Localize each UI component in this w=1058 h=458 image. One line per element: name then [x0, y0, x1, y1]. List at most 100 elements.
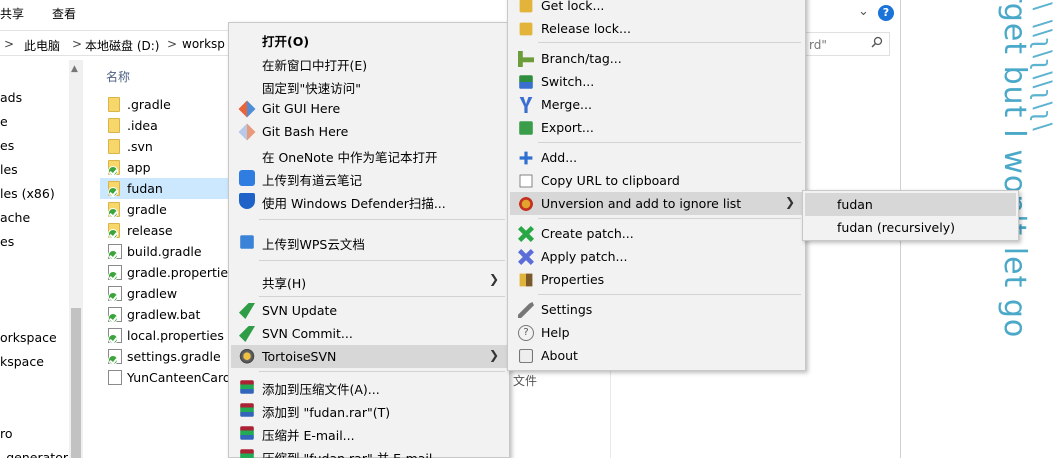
- file-name: YunCanteenCard.: [127, 370, 235, 385]
- tab-view[interactable]: 查看: [52, 5, 76, 22]
- file-row[interactable]: .svn: [100, 136, 226, 157]
- file-row[interactable]: fudan: [100, 178, 231, 199]
- menu-item-svn-commit[interactable]: SVN Commit...: [231, 322, 507, 345]
- folder-icon: [108, 181, 120, 197]
- svn-update-icon: [239, 303, 255, 319]
- menu-item-pin-quick-access[interactable]: 固定到"快速访问": [231, 74, 507, 97]
- nav-item[interactable]: orkspace: [0, 330, 57, 345]
- file-row[interactable]: build.gradle: [100, 241, 226, 262]
- menu-item-unversion-ignore[interactable]: Unversion and add to ignore list ❯: [510, 192, 803, 215]
- unlock-icon: [519, 22, 533, 36]
- file-name: fudan: [127, 181, 163, 196]
- file-row[interactable]: gradle: [100, 199, 226, 220]
- nav-item[interactable]: les: [0, 162, 18, 177]
- file-name: gradle: [127, 202, 167, 217]
- menu-item-open-new-window[interactable]: 在新窗口中打开(E): [231, 51, 507, 74]
- winrar-icon: [240, 449, 254, 458]
- file-row[interactable]: gradle.properties: [100, 262, 235, 283]
- file-row[interactable]: gradlew: [100, 283, 226, 304]
- ignore-list-submenu: fudan fudan (recursively): [802, 190, 1019, 241]
- menu-item-copy-url[interactable]: Copy URL to clipboard: [510, 169, 803, 192]
- menu-item-svn-update[interactable]: SVN Update: [231, 299, 507, 322]
- file-name: gradle.properties: [127, 265, 235, 280]
- menu-item-label: 固定到"快速访问": [262, 81, 361, 96]
- git-bash-icon: [238, 123, 256, 141]
- nav-item[interactable]: ads: [0, 90, 22, 105]
- menu-item-label: Get lock...: [541, 0, 605, 13]
- menu-item-open[interactable]: 打开(O): [231, 27, 507, 50]
- scroll-up-icon[interactable]: ▲: [71, 64, 78, 74]
- menu-item-defender[interactable]: 使用 Windows Defender扫描...: [231, 189, 507, 212]
- menu-item-about[interactable]: About: [510, 344, 803, 367]
- nav-item[interactable]: les (x86): [0, 186, 55, 201]
- nav-item[interactable]: es: [0, 234, 14, 249]
- file-name: release: [127, 223, 173, 238]
- file-name: settings.gradle: [127, 349, 221, 364]
- menu-item-onenote[interactable]: 在 OneNote 中作为笔记本打开: [231, 143, 507, 166]
- nav-item[interactable]: es: [0, 138, 14, 153]
- tab-share[interactable]: 共享: [0, 5, 24, 22]
- file-row[interactable]: app: [100, 157, 226, 178]
- menu-item-git-gui[interactable]: Git GUI Here: [231, 97, 507, 120]
- menu-item-release-lock[interactable]: Release lock...: [510, 17, 803, 40]
- menu-item-properties[interactable]: Properties: [510, 268, 803, 291]
- menu-item-compress-email[interactable]: 压缩并 E-mail...: [231, 421, 507, 444]
- search-icon[interactable]: [871, 36, 883, 48]
- breadcrumb-workspace[interactable]: worksp: [182, 37, 225, 51]
- menu-item-merge[interactable]: Merge...: [510, 93, 803, 116]
- menu-item-create-patch[interactable]: Create patch...: [510, 222, 803, 245]
- menu-item-branch[interactable]: Branch/tag...: [510, 47, 803, 70]
- file-row[interactable]: .idea: [100, 115, 226, 136]
- file-row[interactable]: settings.gradle: [100, 346, 226, 367]
- menu-item-label: Switch...: [541, 74, 595, 89]
- menu-item-label: fudan (recursively): [837, 220, 955, 235]
- chevron-down-icon[interactable]: ⌄: [858, 4, 869, 19]
- context-menu: 打开(O) 在新窗口中打开(E) 固定到"快速访问" Git GUI Here …: [228, 22, 510, 458]
- menu-item-add-rar[interactable]: 添加到 "fudan.rar"(T): [231, 398, 507, 421]
- nav-item[interactable]: e: [0, 114, 8, 129]
- file-row[interactable]: .gradle: [100, 94, 226, 115]
- menu-item-export[interactable]: Export...: [510, 116, 803, 139]
- menu-item-switch[interactable]: Switch...: [510, 70, 803, 93]
- file-row[interactable]: YunCanteenCard.: [100, 367, 235, 388]
- breadcrumb-this-pc[interactable]: 此电脑: [24, 37, 60, 54]
- menu-item-wps[interactable]: 上传到WPS云文档: [231, 230, 507, 253]
- svn-normal-badge-icon: [108, 208, 118, 218]
- menu-item-add-archive[interactable]: 添加到压缩文件(A)...: [231, 375, 507, 398]
- menu-item-apply-patch[interactable]: Apply patch...: [510, 245, 803, 268]
- file-row[interactable]: local.properties: [100, 325, 226, 346]
- menu-item-tortoisesvn[interactable]: TortoiseSVN ❯: [231, 345, 507, 368]
- menu-item-share[interactable]: 共享(H) ❯: [231, 269, 507, 292]
- copy-icon: [519, 174, 533, 188]
- nav-item[interactable]: ro: [0, 426, 13, 441]
- file-row[interactable]: gradlew.bat: [100, 304, 226, 325]
- menu-item-ignore-fudan[interactable]: fudan: [805, 193, 1016, 216]
- menu-item-get-lock[interactable]: Get lock...: [510, 0, 803, 17]
- menu-item-label: Settings: [541, 302, 593, 317]
- menu-item-youdao[interactable]: 上传到有道云笔记: [231, 166, 507, 189]
- menu-item-help[interactable]: ? Help: [510, 321, 803, 344]
- menu-item-git-bash[interactable]: Git Bash Here: [231, 120, 507, 143]
- breadcrumb-drive[interactable]: 本地磁盘 (D:): [85, 37, 159, 54]
- nav-item[interactable]: kspace: [0, 354, 44, 369]
- menu-separator: [259, 219, 505, 220]
- breadcrumb-separator: >: [167, 37, 178, 51]
- column-header-name[interactable]: 名称: [106, 68, 130, 85]
- menu-item-settings[interactable]: Settings: [510, 298, 803, 321]
- wallpaper-text: rget but I won't let go: [997, 0, 1032, 339]
- file-row[interactable]: release: [100, 220, 226, 241]
- nav-item[interactable]: ache: [0, 210, 30, 225]
- menu-item-label: Export...: [541, 120, 594, 135]
- unversion-icon: [518, 196, 534, 212]
- breadcrumb-separator: >: [72, 37, 83, 51]
- git-gui-icon: [238, 100, 256, 118]
- wps-cloud-icon: [240, 235, 254, 249]
- scrollbar-thumb[interactable]: [71, 308, 81, 458]
- menu-item-ignore-fudan-recursive[interactable]: fudan (recursively): [805, 216, 1016, 239]
- menu-item-compress-rar-email[interactable]: 压缩到 "fudan.rar" 并 E-mail: [231, 444, 507, 458]
- menu-item-add[interactable]: Add...: [510, 146, 803, 169]
- nav-scrollbar[interactable]: ▲: [69, 60, 83, 458]
- file-list: 名称 .gradle .idea .svn app fudan gradle release…: [86, 60, 235, 458]
- help-icon[interactable]: ?: [878, 5, 894, 21]
- nav-item[interactable]: _generator: [0, 450, 68, 458]
